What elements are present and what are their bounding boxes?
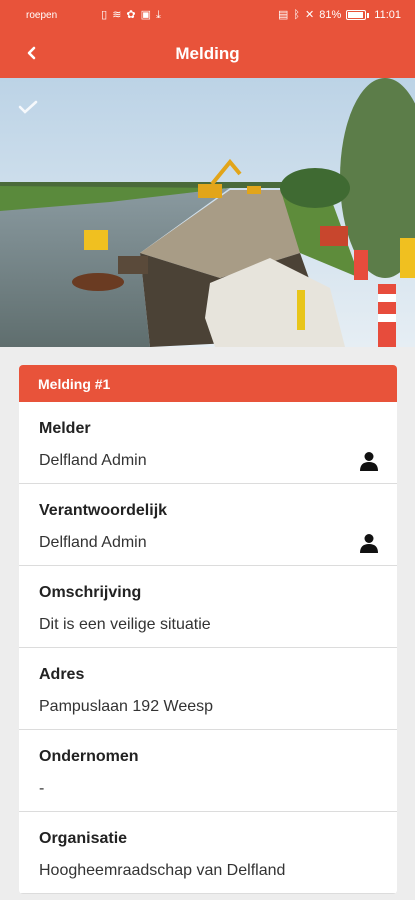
carrier-label: roepen [26,9,58,21]
report-card: Melding #1 Melder Delfland Admin Verantw… [19,365,397,894]
nfc-icon: ▤ [278,8,289,21]
notification-icons: ▯ ≋ ✿ ▣ ⤓ [101,8,161,21]
app-bar: Melding [0,30,415,78]
field-value: - [39,780,45,797]
field-omschrijving: Omschrijving Dit is een veilige situatie [19,566,397,648]
field-melder: Melder Delfland Admin [19,402,397,484]
page-title: Melding [175,44,240,63]
field-value: Hoogheemraadschap van Delfland [39,862,286,879]
settings-icon: ✿ [126,8,136,21]
field-label: Melder [39,420,91,437]
field-verantwoordelijk: Verantwoordelijk Delfland Admin [19,484,397,566]
battery-cap [367,12,370,18]
status-bar: roepen ▯ ≋ ✿ ▣ ⤓ ▤ ᛒ ✕ 81% 11:01 [0,0,415,30]
field-label: Omschrijving [39,584,142,601]
system-icons: ▤ ᛒ ✕ 81% 11:01 [278,9,401,21]
person-icon[interactable] [359,451,379,471]
checkmark-icon [18,100,38,114]
report-photo[interactable] [0,78,415,347]
field-value: Dit is een veilige situatie [39,616,211,633]
field-label: Adres [39,666,85,683]
field-label: Organisatie [39,830,128,847]
chevron-left-icon [27,46,36,60]
back-button[interactable] [20,41,44,65]
field-ondernomen: Ondernomen - [19,730,397,812]
person-icon[interactable] [359,533,379,553]
battery-icon [346,10,367,20]
field-label: Ondernomen [39,748,139,765]
image-icon: ▣ [140,8,152,21]
sim-icon: ▯ [101,8,108,21]
wifi-icon: ≋ [112,8,122,21]
field-organisatie: Organisatie Hoogheemraadschap van Delfla… [19,812,397,894]
card-header: Melding #1 [19,365,397,402]
bluetooth-icon: ᛒ [293,8,301,21]
battery-percentage: 81% [319,9,342,21]
field-value: Delfland Admin [39,452,147,469]
field-value: Pampuslaan 192 Weesp [39,698,214,715]
clock: 11:01 [374,9,401,21]
mute-icon: ✕ [305,8,315,21]
field-value: Delfland Admin [39,534,147,551]
photo-scene [0,78,415,347]
field-adres: Adres Pampuslaan 192 Weesp [19,648,397,730]
download-icon: ⤓ [156,8,161,21]
field-label: Verantwoordelijk [39,502,168,519]
